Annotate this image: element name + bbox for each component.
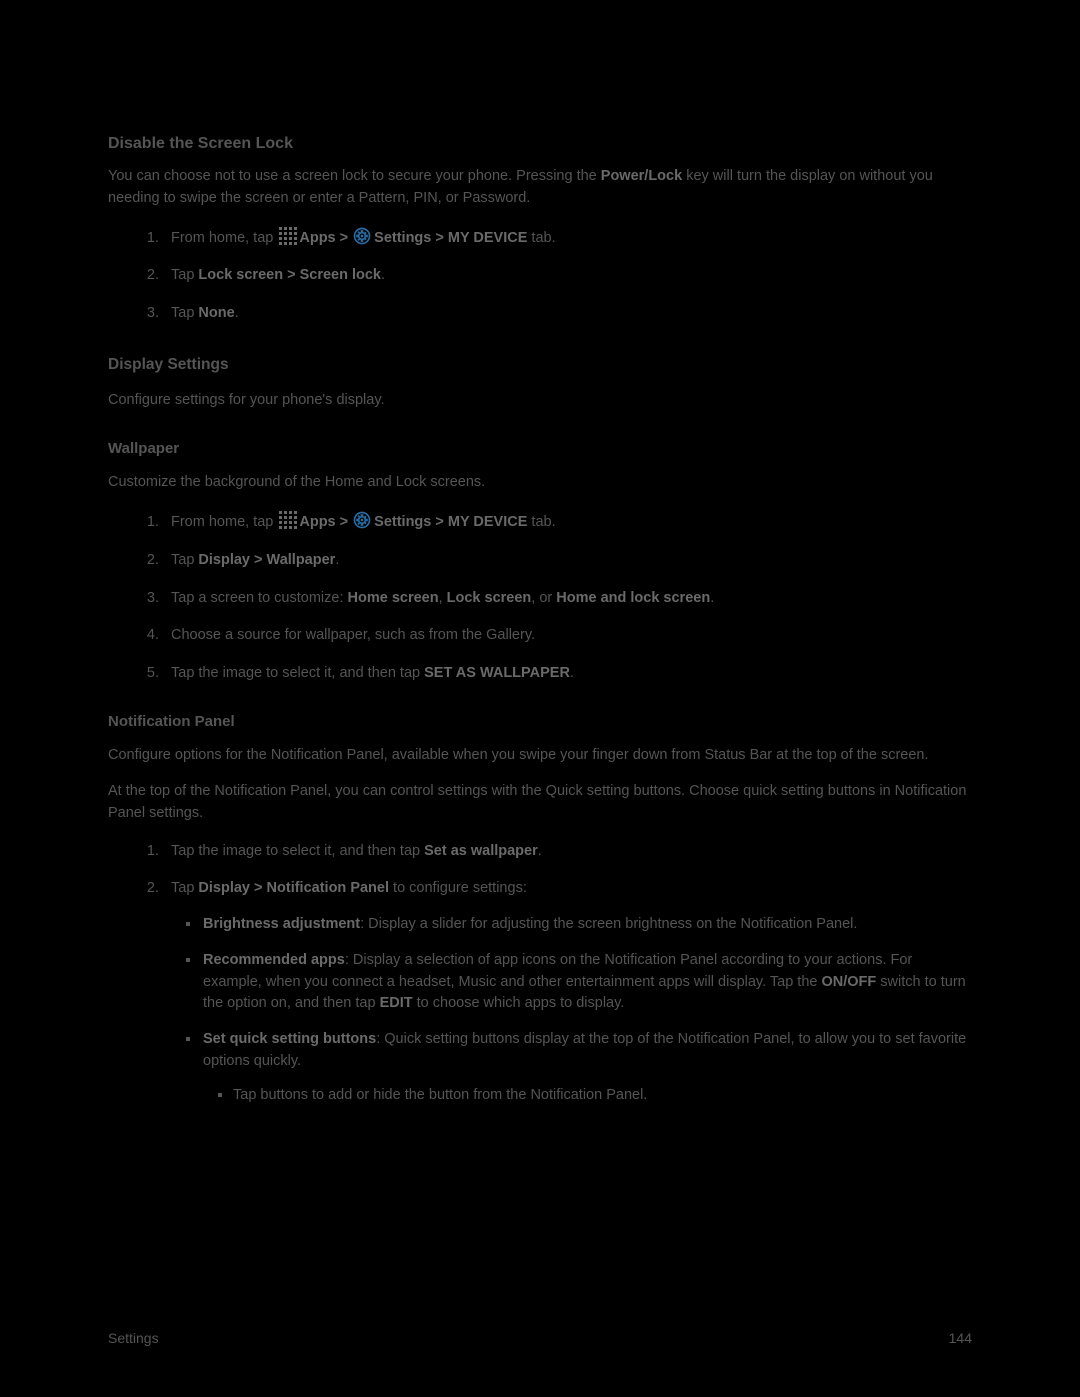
text: Tap the image to select it, and then tap [171, 665, 424, 681]
text: Tap a screen to customize: [171, 590, 348, 606]
heading-disable-screen-lock: Disable the Screen Lock [108, 132, 972, 156]
bold-text: Settings [374, 514, 431, 530]
text: Tap [171, 880, 198, 896]
text: . [710, 590, 714, 606]
list-item: Brightness adjustment: Display a slider … [201, 914, 972, 936]
text: > [250, 880, 267, 896]
bold-text: SET AS WALLPAPER [424, 665, 570, 681]
text: . [381, 267, 385, 283]
bold-text: Lock screen [447, 590, 532, 606]
settings-gear-icon [352, 226, 372, 246]
list-item: From home, tap Apps > Settings > MY DEVI… [163, 226, 972, 250]
bold-text: MY DEVICE [448, 230, 528, 246]
text: to choose which apps to display. [413, 995, 625, 1011]
text: . [538, 843, 542, 859]
bold-text: Notification Panel [267, 880, 389, 896]
list-item: Recommended apps: Display a selection of… [201, 950, 972, 1015]
heading-display-settings: Display Settings [108, 353, 972, 376]
ordered-list: Tap the image to select it, and then tap… [163, 841, 972, 1107]
list-item: Tap Display > Wallpaper. [163, 550, 972, 572]
text: > [283, 267, 300, 283]
text: You can choose not to use a screen lock … [108, 168, 601, 184]
text: tab. [527, 514, 555, 530]
heading-wallpaper: Wallpaper [108, 438, 972, 461]
ordered-list: From home, tap Apps > Settings > MY DEVI… [163, 510, 972, 685]
unordered-list: Brightness adjustment: Display a slider … [201, 914, 972, 1106]
page-footer: Settings 144 [108, 1328, 972, 1349]
text: . [235, 305, 239, 321]
document-page: Disable the Screen Lock You can choose n… [0, 0, 1080, 1397]
bold-text: Power/Lock [601, 168, 682, 184]
text: > [336, 514, 353, 530]
bold-text: Lock screen [198, 267, 283, 283]
text: > [431, 514, 448, 530]
text: , [439, 590, 447, 606]
bold-text: None [198, 305, 234, 321]
list-item: Tap Lock screen > Screen lock. [163, 265, 972, 287]
text: tab. [527, 230, 555, 246]
nested-unordered-list: Tap buttons to add or hide the button fr… [233, 1085, 972, 1107]
bold-text: Display [198, 880, 250, 896]
settings-gear-icon [352, 510, 372, 530]
bold-text: Display [198, 552, 250, 568]
bold-text: Home and lock screen [556, 590, 710, 606]
list-item: Choose a source for wallpaper, such as f… [163, 625, 972, 647]
bold-text: Apps [299, 514, 335, 530]
text: : Display a slider for adjusting the scr… [360, 916, 857, 932]
list-item: Tap buttons to add or hide the button fr… [233, 1085, 972, 1107]
text: From home, tap [171, 230, 277, 246]
list-item: Set quick setting buttons: Quick setting… [201, 1029, 972, 1106]
paragraph: Configure settings for your phone's disp… [108, 390, 972, 412]
bold-text: Set quick setting buttons [203, 1031, 376, 1047]
bold-text: Recommended apps [203, 952, 345, 968]
footer-section-label: Settings [108, 1328, 159, 1349]
bold-text: Home screen [348, 590, 439, 606]
paragraph: You can choose not to use a screen lock … [108, 166, 972, 210]
apps-grid-icon [279, 511, 297, 529]
apps-grid-icon [279, 227, 297, 245]
bold-text: ON/OFF [822, 974, 877, 990]
paragraph: Configure options for the Notification P… [108, 745, 972, 767]
bold-text: Set as wallpaper [424, 843, 538, 859]
text: Tap [171, 305, 198, 321]
bold-text: Wallpaper [267, 552, 336, 568]
footer-page-number: 144 [949, 1328, 972, 1349]
paragraph: At the top of the Notification Panel, yo… [108, 781, 972, 825]
ordered-list: From home, tap Apps > Settings > MY DEVI… [163, 226, 972, 325]
text: . [335, 552, 339, 568]
bold-text: MY DEVICE [448, 514, 528, 530]
list-item: From home, tap Apps > Settings > MY DEVI… [163, 510, 972, 534]
text: > [336, 230, 353, 246]
text: . [570, 665, 574, 681]
list-item: Tap the image to select it, and then tap… [163, 663, 972, 685]
bold-text: Apps [299, 230, 335, 246]
text: Tap [171, 552, 198, 568]
list-item: Tap None. [163, 303, 972, 325]
heading-notification-panel: Notification Panel [108, 711, 972, 734]
list-item: Tap the image to select it, and then tap… [163, 841, 972, 863]
bold-text: Settings [374, 230, 431, 246]
bold-text: Brightness adjustment [203, 916, 360, 932]
text: > [250, 552, 267, 568]
text: From home, tap [171, 514, 277, 530]
list-item: Tap Display > Notification Panel to conf… [163, 878, 972, 1106]
list-item: Tap a screen to customize: Home screen , … [163, 588, 972, 610]
text: Tap the image to select it, and then tap [171, 843, 424, 859]
text: > [431, 230, 448, 246]
text: Tap [171, 267, 198, 283]
bold-text: EDIT [380, 995, 413, 1011]
text: , or [531, 590, 556, 606]
paragraph: Customize the background of the Home and… [108, 472, 972, 494]
bold-text: Screen lock [300, 267, 381, 283]
text: to configure settings: [389, 880, 527, 896]
